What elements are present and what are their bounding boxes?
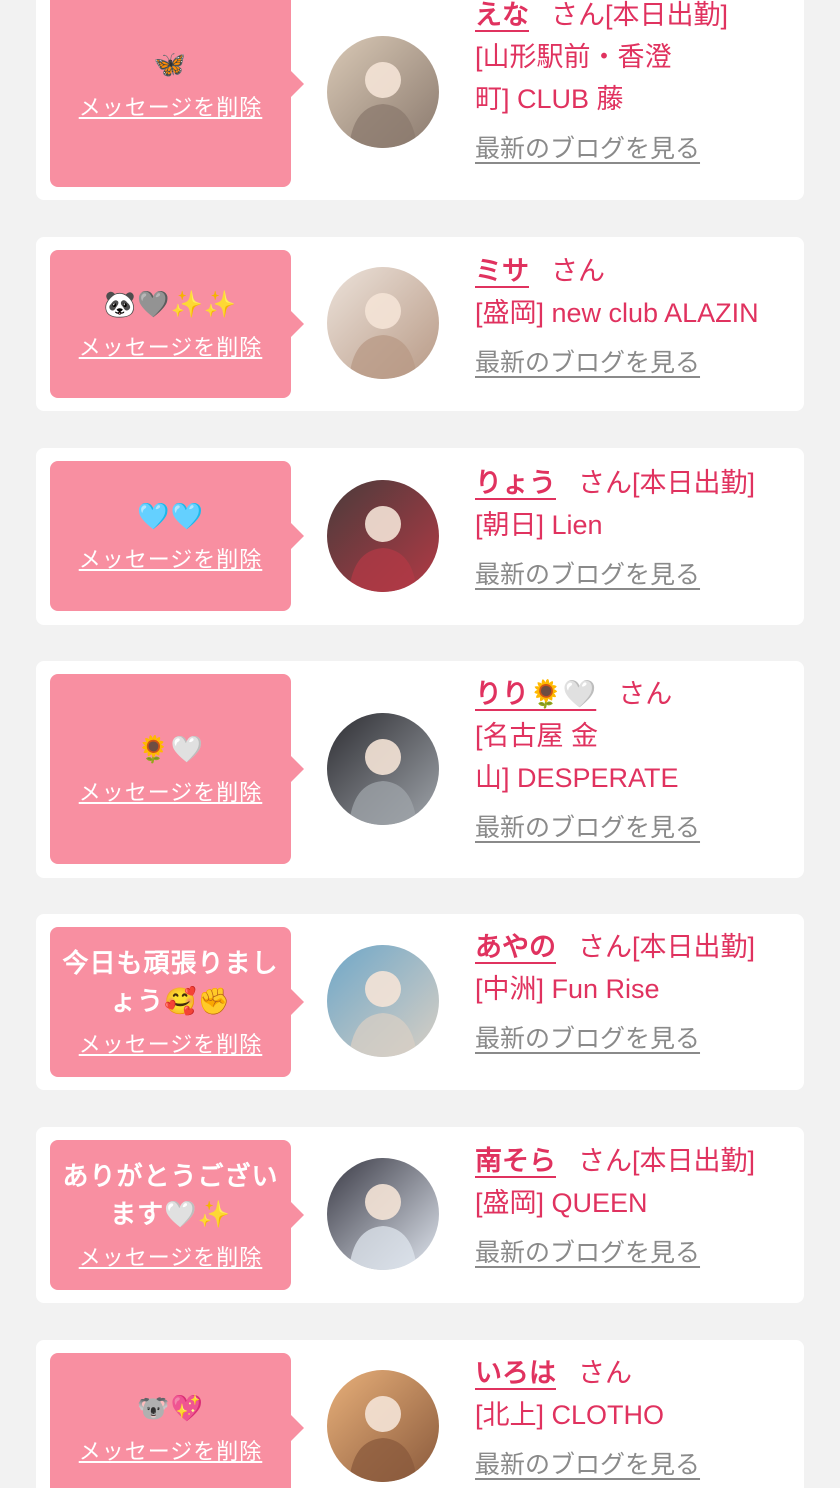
- shop-name: [盛岡] QUEEN: [475, 1188, 648, 1218]
- shop-name: [朝日] Lien: [475, 510, 603, 540]
- name-line: あやの さん[本日出勤]: [475, 926, 793, 968]
- message-text: 🐨💖: [137, 1394, 204, 1424]
- shop-name: [中洲] Fun Rise: [475, 974, 660, 1004]
- message-bubble: 🌻🤍 メッセージを削除: [50, 674, 304, 864]
- honorific: さん: [551, 0, 605, 30]
- shop-name: [盛岡] new club ALAZIN: [475, 298, 759, 328]
- message-text: ありがとうございます🤍✨: [62, 1162, 279, 1230]
- avatar-photo: [327, 713, 439, 825]
- delete-message-link[interactable]: メッセージを削除: [79, 775, 263, 807]
- work-status: [本日出勤]: [632, 468, 756, 498]
- girl-info: りょう さん[本日出勤] [朝日] Lien 最新のブログを見る: [475, 462, 793, 596]
- delete-message-link[interactable]: メッセージを削除: [79, 330, 263, 362]
- message-bubble: 🩵🩵 メッセージを削除: [50, 461, 304, 611]
- honorific: さん: [578, 932, 632, 962]
- shop-name: [名古屋 金: [475, 721, 599, 751]
- delete-message-link[interactable]: メッセージを削除: [79, 1240, 263, 1272]
- message-bubble: 今日も頑張りましょう🥰✊ メッセージを削除: [50, 927, 304, 1077]
- girl-name-link[interactable]: ミサ: [475, 256, 529, 286]
- girl-info: ミサ さん [盛岡] new club ALAZIN 最新のブログを見る: [475, 250, 793, 384]
- avatar[interactable]: [327, 713, 439, 825]
- message-card: 🐨💖 メッセージを削除 いろは さん [北上] CLOTHO 最新のブログを見る: [36, 1340, 804, 1488]
- message-text: 🩵🩵: [137, 502, 204, 532]
- work-status: [本日出勤]: [632, 1146, 756, 1176]
- honorific: さん: [551, 256, 605, 286]
- avatar-photo: [327, 480, 439, 592]
- latest-blog-link[interactable]: 最新のブログを見る: [475, 807, 793, 849]
- message-card: 🩵🩵 メッセージを削除 りょう さん[本日出勤] [朝日] Lien 最新のブログを見る: [36, 448, 804, 625]
- message-text: 🐼🩶✨✨: [103, 290, 238, 320]
- honorific: さん: [578, 1358, 632, 1388]
- honorific: さん: [578, 1146, 632, 1176]
- shop-name: 山] DESPERATE: [475, 763, 679, 793]
- avatar[interactable]: [327, 945, 439, 1057]
- message-card: 🦋 メッセージを削除 えな さん[本日出勤] [山形駅前・香澄 町] CLUB 藤最新のブ…: [36, 0, 804, 200]
- avatar[interactable]: [327, 1158, 439, 1270]
- name-line: ミサ さん: [475, 250, 793, 292]
- avatar-photo: [327, 267, 439, 379]
- girl-info: 南そら さん[本日出勤] [盛岡] QUEEN 最新のブログを見る: [475, 1140, 793, 1274]
- name-line: りょう さん[本日出勤]: [475, 462, 793, 504]
- girl-name-link[interactable]: いろは: [475, 1358, 556, 1388]
- message-bubble: ありがとうございます🤍✨ メッセージを削除: [50, 1140, 304, 1290]
- message-card: 今日も頑張りましょう🥰✊ メッセージを削除 あやの さん[本日出勤] [中洲] Fun …: [36, 914, 804, 1090]
- avatar[interactable]: [327, 267, 439, 379]
- girl-name-link[interactable]: 南そら: [475, 1146, 556, 1176]
- girl-info: あやの さん[本日出勤] [中洲] Fun Rise 最新のブログを見る: [475, 926, 793, 1060]
- message-card: 🐼🩶✨✨ メッセージを削除 ミサ さん [盛岡] new club ALAZIN 最新のブ…: [36, 237, 804, 411]
- work-status: [本日出勤]: [632, 932, 756, 962]
- avatar-photo: [327, 36, 439, 148]
- delete-message-link[interactable]: メッセージを削除: [79, 1434, 263, 1466]
- honorific: さん: [618, 679, 673, 709]
- avatar[interactable]: [327, 1370, 439, 1482]
- name-line: えな さん[本日出勤]: [475, 0, 793, 36]
- name-line: りり🌻🤍 さん: [475, 673, 793, 715]
- latest-blog-link[interactable]: 最新のブログを見る: [475, 1232, 793, 1274]
- avatar-photo: [327, 945, 439, 1057]
- message-list: 🦋 メッセージを削除 えな さん[本日出勤] [山形駅前・香澄 町] CLUB 藤最新のブ…: [0, 0, 840, 1488]
- avatar[interactable]: [327, 480, 439, 592]
- shop-name: [山形駅前・香澄: [475, 42, 672, 72]
- name-line: いろは さん: [475, 1352, 793, 1394]
- latest-blog-link[interactable]: 最新のブログを見る: [475, 554, 793, 596]
- girl-name-link[interactable]: あやの: [475, 932, 556, 962]
- message-text: 今日も頑張りましょう🥰✊: [62, 949, 279, 1017]
- avatar-photo: [327, 1158, 439, 1270]
- girl-info: えな さん[本日出勤] [山形駅前・香澄 町] CLUB 藤最新のブログを見る: [475, 0, 793, 170]
- message-bubble: 🐨💖 メッセージを削除: [50, 1353, 304, 1488]
- message-card: ありがとうございます🤍✨ メッセージを削除 南そら さん[本日出勤] [盛岡] QUEE…: [36, 1127, 804, 1303]
- latest-blog-link[interactable]: 最新のブログを見る: [475, 128, 793, 170]
- girl-name-link[interactable]: えな: [475, 0, 529, 30]
- avatar[interactable]: [327, 36, 439, 148]
- girl-info: りり🌻🤍 さん [名古屋 金山] DESPERATE 最新のブログを見る: [475, 673, 793, 849]
- avatar-photo: [327, 1370, 439, 1482]
- girl-name-link[interactable]: りょう: [475, 468, 556, 498]
- work-status: [本日出勤]: [605, 0, 729, 30]
- name-line: 南そら さん[本日出勤]: [475, 1140, 793, 1182]
- message-text: 🌻🤍: [137, 735, 204, 765]
- message-card: 🌻🤍 メッセージを削除 りり🌻🤍 さん [名古屋 金山] DESPERATE 最新のブログ…: [36, 661, 804, 878]
- shop-name: [北上] CLOTHO: [475, 1400, 665, 1430]
- message-bubble: 🦋 メッセージを削除: [50, 0, 304, 187]
- message-bubble: 🐼🩶✨✨ メッセージを削除: [50, 250, 304, 398]
- latest-blog-link[interactable]: 最新のブログを見る: [475, 1018, 793, 1060]
- delete-message-link[interactable]: メッセージを削除: [79, 542, 263, 574]
- delete-message-link[interactable]: メッセージを削除: [79, 1027, 263, 1059]
- girl-name-link[interactable]: りり🌻🤍: [475, 679, 596, 709]
- shop-name: 町] CLUB 藤: [475, 84, 624, 114]
- latest-blog-link[interactable]: 最新のブログを見る: [475, 1444, 793, 1486]
- honorific: さん: [578, 468, 632, 498]
- latest-blog-link[interactable]: 最新のブログを見る: [475, 342, 793, 384]
- girl-info: いろは さん [北上] CLOTHO 最新のブログを見る: [475, 1352, 793, 1486]
- delete-message-link[interactable]: メッセージを削除: [79, 90, 263, 122]
- message-text: 🦋: [153, 49, 188, 80]
